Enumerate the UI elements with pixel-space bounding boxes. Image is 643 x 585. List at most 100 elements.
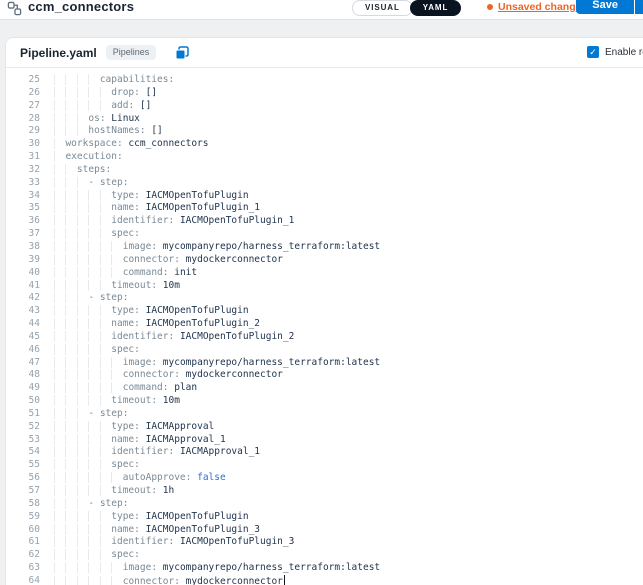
code-line[interactable]: connector: mydockerconnector xyxy=(54,369,283,382)
code-line[interactable]: type: IACMOpenTofuPlugin xyxy=(54,511,249,524)
line-number: 57 xyxy=(14,485,40,498)
code-line[interactable]: autoApprove: false xyxy=(54,472,226,485)
code-line[interactable]: os: Linux xyxy=(54,113,140,126)
line-number: 34 xyxy=(14,190,40,203)
tab-yaml[interactable]: YAML xyxy=(410,0,462,16)
code-line[interactable]: - step: xyxy=(54,408,128,421)
enable-readonly-label: Enable read/ xyxy=(605,47,643,58)
code-line[interactable]: workspace: ccm_connectors xyxy=(54,138,208,151)
panel-header: Pipeline.yaml Pipelines ✓ Enable read/ xyxy=(6,38,643,68)
line-number: 30 xyxy=(14,138,40,151)
code-line[interactable]: command: plan xyxy=(54,382,197,395)
code-line[interactable]: connector: mydockerconnector xyxy=(54,254,283,267)
save-dropdown-button[interactable]: ▾ xyxy=(635,0,643,14)
enable-readonly-checkbox[interactable]: ✓ xyxy=(587,46,599,58)
line-number: 51 xyxy=(14,408,40,421)
code-line[interactable]: timeout: 1h xyxy=(54,485,174,498)
line-number: 36 xyxy=(14,215,40,228)
code-line[interactable]: hostNames: [] xyxy=(54,125,163,138)
unsaved-changes-label: Unsaved changes xyxy=(498,1,587,13)
code-line[interactable]: identifier: IACMOpenTofuPlugin_3 xyxy=(54,536,294,549)
code-line[interactable]: name: IACMApproval_1 xyxy=(54,434,226,447)
line-number: 40 xyxy=(14,267,40,280)
yaml-editor[interactable]: 25 capabilities:26 drop: []27 add: []28 … xyxy=(6,69,643,585)
line-number: 52 xyxy=(14,421,40,434)
line-number: 27 xyxy=(14,100,40,113)
line-number: 47 xyxy=(14,357,40,370)
line-number: 26 xyxy=(14,87,40,100)
code-line[interactable]: timeout: 10m xyxy=(54,280,180,293)
line-number: 55 xyxy=(14,459,40,472)
code-line[interactable]: image: mycompanyrepo/harness_terraform:l… xyxy=(54,562,380,575)
line-number: 46 xyxy=(14,344,40,357)
topbar: ccm_connectors VISUAL YAML Unsaved chang… xyxy=(0,0,643,20)
line-number: 43 xyxy=(14,305,40,318)
code-line[interactable]: drop: [] xyxy=(54,87,157,100)
enable-readonly-group: ✓ Enable read/ xyxy=(587,46,643,58)
yaml-panel: Pipeline.yaml Pipelines ✓ Enable read/ 2… xyxy=(5,37,643,585)
code-line[interactable]: spec: xyxy=(54,459,140,472)
line-number: 58 xyxy=(14,498,40,511)
save-button[interactable]: Save xyxy=(576,0,634,14)
code-line[interactable]: image: mycompanyrepo/harness_terraform:l… xyxy=(54,357,380,370)
code-line[interactable]: steps: xyxy=(54,164,111,177)
line-number: 29 xyxy=(14,125,40,138)
save-split-button: Save ▾ xyxy=(576,0,643,14)
line-number: 50 xyxy=(14,395,40,408)
code-line[interactable]: spec: xyxy=(54,344,140,357)
code-line[interactable]: timeout: 10m xyxy=(54,395,180,408)
code-line[interactable]: - step: xyxy=(54,498,128,511)
code-line[interactable]: spec: xyxy=(54,228,140,241)
line-number: 37 xyxy=(14,228,40,241)
line-number: 53 xyxy=(14,434,40,447)
code-line[interactable]: add: [] xyxy=(54,100,151,113)
line-number: 44 xyxy=(14,318,40,331)
line-number: 63 xyxy=(14,562,40,575)
line-number: 31 xyxy=(14,151,40,164)
line-number: 28 xyxy=(14,113,40,126)
code-line[interactable]: - step: xyxy=(54,292,128,305)
unsaved-changes-link[interactable]: Unsaved changes xyxy=(487,1,587,13)
code-line[interactable]: capabilities: xyxy=(54,74,174,87)
line-number: 60 xyxy=(14,524,40,537)
code-line[interactable]: - step: xyxy=(54,177,128,190)
code-line[interactable]: name: IACMOpenTofuPlugin_2 xyxy=(54,318,260,331)
page-title: ccm_connectors xyxy=(28,0,134,14)
line-number: 32 xyxy=(14,164,40,177)
line-number: 38 xyxy=(14,241,40,254)
code-line[interactable]: name: IACMOpenTofuPlugin_1 xyxy=(54,202,260,215)
code-line[interactable]: identifier: IACMOpenTofuPlugin_2 xyxy=(54,331,294,344)
code-line[interactable]: command: init xyxy=(54,267,197,280)
line-number: 54 xyxy=(14,446,40,459)
code-line[interactable]: spec: xyxy=(54,549,140,562)
code-line[interactable]: identifier: IACMOpenTofuPlugin_1 xyxy=(54,215,294,228)
code-line[interactable]: connector: mydockerconnector xyxy=(54,575,285,585)
code-line[interactable]: type: IACMApproval xyxy=(54,421,214,434)
line-number: 56 xyxy=(14,472,40,485)
tab-visual[interactable]: VISUAL xyxy=(352,0,413,16)
code-line[interactable]: image: mycompanyrepo/harness_terraform:l… xyxy=(54,241,380,254)
line-number: 59 xyxy=(14,511,40,524)
code-line[interactable]: name: IACMOpenTofuPlugin_3 xyxy=(54,524,260,537)
line-number: 45 xyxy=(14,331,40,344)
code-line[interactable]: type: IACMOpenTofuPlugin xyxy=(54,305,249,318)
code-line[interactable]: type: IACMOpenTofuPlugin xyxy=(54,190,249,203)
text-cursor xyxy=(284,575,285,585)
line-number: 61 xyxy=(14,536,40,549)
visual-yaml-toggle: VISUAL YAML xyxy=(352,0,461,16)
unsaved-dot-icon xyxy=(487,4,493,10)
line-number: 41 xyxy=(14,280,40,293)
pipelines-badge: Pipelines xyxy=(106,45,157,60)
filename-label: Pipeline.yaml xyxy=(20,46,97,60)
line-number: 64 xyxy=(14,575,40,585)
pipeline-icon xyxy=(7,1,22,16)
line-number: 35 xyxy=(14,202,40,215)
code-line[interactable]: execution: xyxy=(54,151,123,164)
line-number: 48 xyxy=(14,369,40,382)
code-line[interactable]: identifier: IACMApproval_1 xyxy=(54,446,260,459)
line-number: 49 xyxy=(14,382,40,395)
line-number: 33 xyxy=(14,177,40,190)
line-number: 42 xyxy=(14,292,40,305)
line-number: 25 xyxy=(14,74,40,87)
copy-yaml-button[interactable] xyxy=(175,46,189,60)
